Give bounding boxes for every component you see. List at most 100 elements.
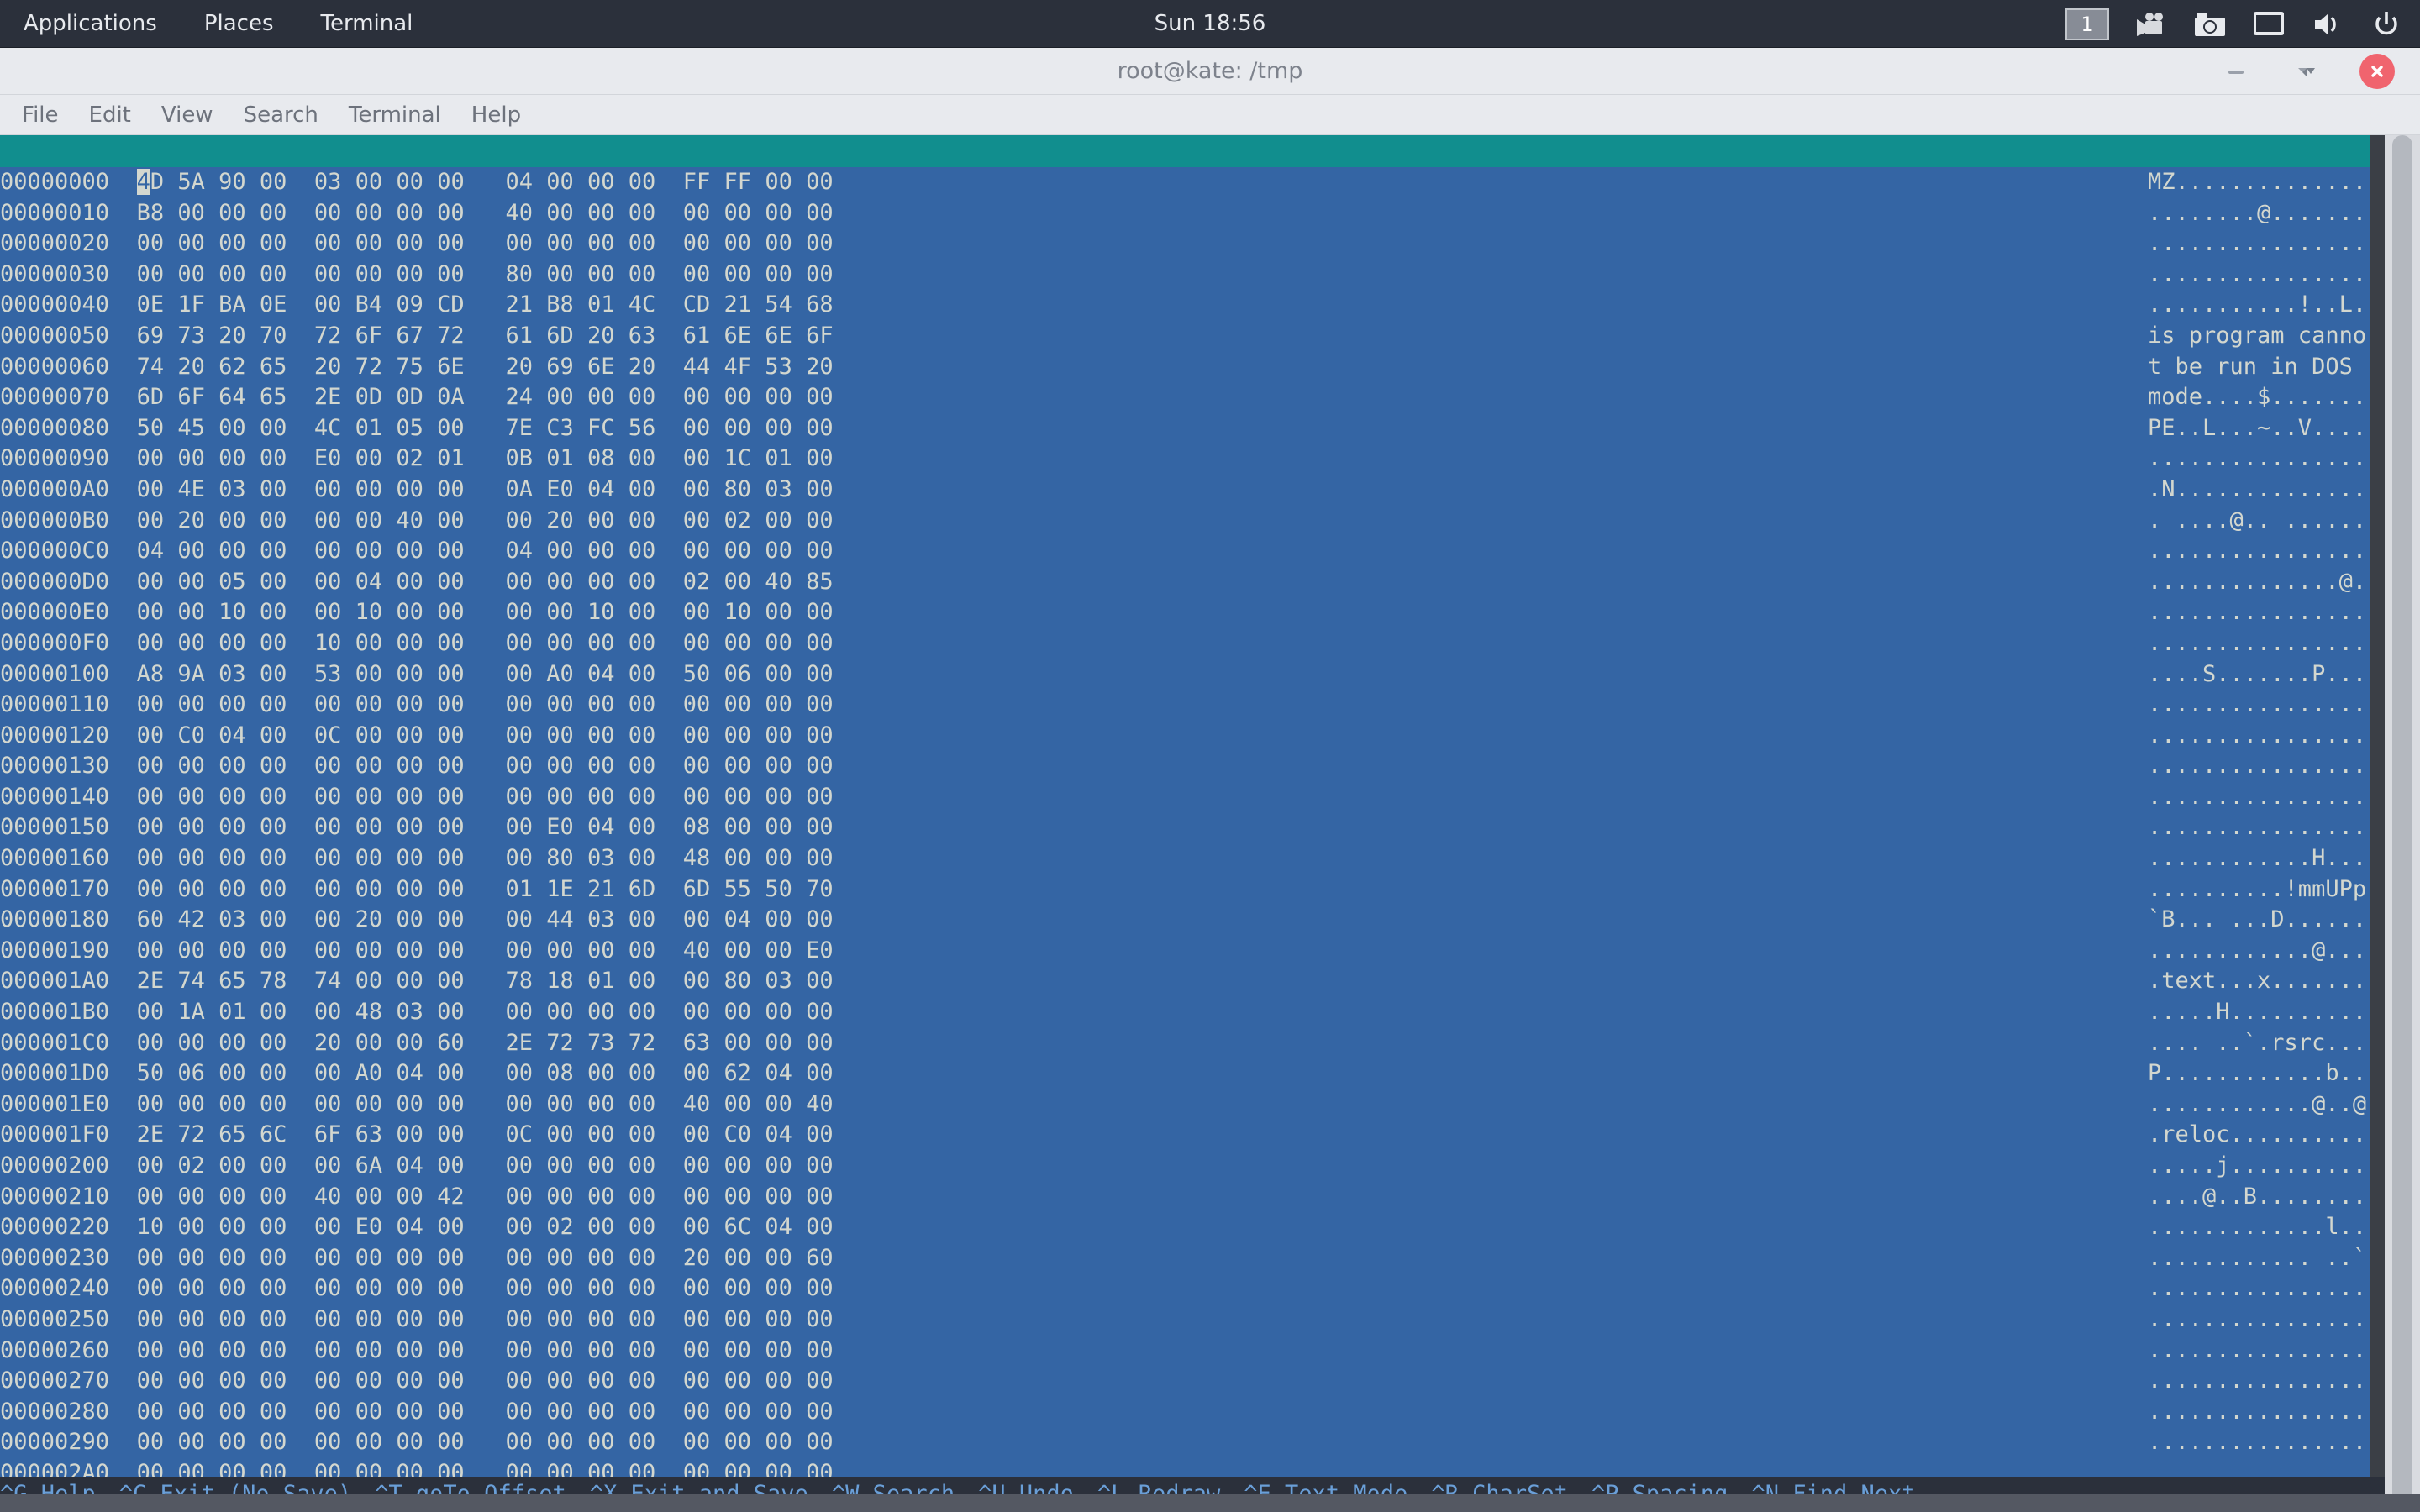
hexedit-row-ascii[interactable]: .N.............. <box>2148 475 2366 506</box>
hexedit-row[interactable]: 00000140 00 00 00 00 00 00 00 00 00 00 0… <box>0 782 2385 813</box>
hexedit-row-bytes[interactable]: 00 00 00 00 40 00 00 42 00 00 00 00 00 0… <box>137 1182 834 1213</box>
hexedit-row[interactable]: 00000190 00 00 00 00 00 00 00 00 00 00 0… <box>0 936 2385 967</box>
hexedit-rows[interactable]: 00000000 4D 5A 90 00 03 00 00 00 04 00 0… <box>0 167 2385 1478</box>
hexedit-row[interactable]: 00000290 00 00 00 00 00 00 00 00 00 00 0… <box>0 1427 2385 1458</box>
terminal-scrollbar-thumb[interactable] <box>2392 135 2412 1512</box>
hexedit-row-ascii[interactable]: .....H.......... <box>2148 997 2366 1028</box>
hexedit-row-ascii[interactable]: ............ ..` <box>2148 1243 2366 1274</box>
hexedit-row-ascii[interactable]: P............b.. <box>2148 1058 2366 1089</box>
minimize-icon[interactable] <box>2218 54 2254 89</box>
hexedit-row[interactable]: 00000090 00 00 00 00 E0 00 02 01 0B 01 0… <box>0 444 2385 475</box>
hexedit-row[interactable]: 000000A0 00 4E 03 00 00 00 00 00 0A E0 0… <box>0 475 2385 506</box>
menu-edit[interactable]: Edit <box>74 96 146 134</box>
restore-icon[interactable] <box>2289 54 2324 89</box>
terminal-scrollbar[interactable] <box>2385 135 2420 1512</box>
hexedit-row-bytes[interactable]: 00 00 00 00 E0 00 02 01 0B 01 08 00 00 1… <box>137 444 834 475</box>
hexedit-row-bytes[interactable]: 00 00 00 00 20 00 00 60 2E 72 73 72 63 0… <box>137 1028 834 1059</box>
hexedit-row[interactable]: 00000270 00 00 00 00 00 00 00 00 00 00 0… <box>0 1366 2385 1397</box>
workspace-indicator[interactable]: 1 <box>2065 8 2109 40</box>
hexedit-row-bytes[interactable]: 00 00 00 00 00 00 00 00 00 00 00 00 00 0… <box>137 1336 834 1367</box>
panel-menu-terminal[interactable]: Terminal <box>297 11 437 36</box>
menu-terminal[interactable]: Terminal <box>334 96 456 134</box>
hexedit-row-ascii[interactable]: ................ <box>2148 1366 2366 1397</box>
hexedit-row-ascii[interactable]: MZ.............. <box>2148 167 2366 198</box>
hexedit-row-bytes[interactable]: 00 00 00 00 00 00 00 00 00 80 03 00 48 0… <box>137 843 834 874</box>
hexedit-row-ascii[interactable]: ..........!mmUPp <box>2148 874 2366 906</box>
hexedit-row[interactable]: 00000170 00 00 00 00 00 00 00 00 01 1E 2… <box>0 874 2385 906</box>
power-icon[interactable] <box>2370 8 2403 41</box>
hexedit-row-ascii[interactable]: . ....@.. ...... <box>2148 506 2366 537</box>
hexedit-row-bytes[interactable]: 00 00 00 00 00 00 00 00 00 00 00 00 00 0… <box>137 690 834 721</box>
hexedit-row-bytes[interactable]: 74 20 62 65 20 72 75 6E 20 69 6E 20 44 4… <box>137 352 834 383</box>
hexedit-row-bytes[interactable]: 00 00 00 00 00 00 00 00 00 00 00 00 40 0… <box>137 936 834 967</box>
hexedit-row-bytes[interactable]: 00 00 00 00 00 00 00 00 00 E0 04 00 08 0… <box>137 812 834 843</box>
panel-menu-places[interactable]: Places <box>181 11 297 36</box>
hexedit-row-ascii[interactable]: PE..L...~..V.... <box>2148 413 2366 444</box>
hexedit-row-bytes[interactable]: 04 00 00 00 00 00 00 00 04 00 00 00 00 0… <box>137 536 834 567</box>
hexedit-row-ascii[interactable]: ..............@. <box>2148 567 2366 598</box>
hexedit-row[interactable]: 00000070 6D 6F 64 65 2E 0D 0D 0A 24 00 0… <box>0 382 2385 413</box>
hexedit-row[interactable]: 00000250 00 00 00 00 00 00 00 00 00 00 0… <box>0 1305 2385 1336</box>
hexedit-row-ascii[interactable]: ................ <box>2148 721 2366 752</box>
hexedit-row[interactable]: 00000120 00 C0 04 00 0C 00 00 00 00 00 0… <box>0 721 2385 752</box>
hexedit-row-bytes[interactable]: 00 00 00 00 00 00 00 00 00 00 00 00 00 0… <box>137 1397 834 1428</box>
hexedit-row-bytes[interactable]: 60 42 03 00 00 20 00 00 00 44 03 00 00 0… <box>137 905 834 936</box>
hexedit-row[interactable]: 000001C0 00 00 00 00 20 00 00 60 2E 72 7… <box>0 1028 2385 1059</box>
hexedit-row-ascii[interactable]: .............l.. <box>2148 1212 2366 1243</box>
hexedit-row-ascii[interactable]: ................ <box>2148 690 2366 721</box>
hexedit-row[interactable]: 00000030 00 00 00 00 00 00 00 00 80 00 0… <box>0 260 2385 291</box>
hexedit-row[interactable]: 000000F0 00 00 00 00 10 00 00 00 00 00 0… <box>0 628 2385 659</box>
hexedit-row[interactable]: 00000080 50 45 00 00 4C 01 05 00 7E C3 F… <box>0 413 2385 444</box>
hexedit-row[interactable]: 00000050 69 73 20 70 72 6F 67 72 61 6D 2… <box>0 321 2385 352</box>
hexedit-row-bytes[interactable]: 00 00 00 00 00 00 00 00 00 00 00 00 00 0… <box>137 751 834 782</box>
hexedit-row-bytes[interactable]: 00 00 00 00 00 00 00 00 00 00 00 00 40 0… <box>137 1089 834 1121</box>
hexedit-row-bytes[interactable]: 00 00 00 00 00 00 00 00 00 00 00 00 00 0… <box>137 1273 834 1305</box>
hexedit-cursor[interactable]: 4 <box>136 169 150 195</box>
hexedit-row-ascii[interactable]: ................ <box>2148 597 2366 628</box>
menu-search[interactable]: Search <box>229 96 334 134</box>
hexedit-row-ascii[interactable]: t be run in DOS <box>2148 352 2366 383</box>
hexedit-row-ascii[interactable]: ................ <box>2148 1336 2366 1367</box>
hexedit-row[interactable]: 00000060 74 20 62 65 20 72 75 6E 20 69 6… <box>0 352 2385 383</box>
terminal-content[interactable]: File: jigsaw ASCII Offset: 0x00000000 / … <box>0 135 2420 1512</box>
hexedit-row-ascii[interactable]: ................ <box>2148 260 2366 291</box>
hexedit-row-ascii[interactable]: ............@..@ <box>2148 1089 2366 1121</box>
hexedit-row[interactable]: 000002A0 00 00 00 00 00 00 00 00 00 00 0… <box>0 1458 2385 1478</box>
menu-help[interactable]: Help <box>456 96 536 134</box>
hexedit-row-bytes[interactable]: 00 00 00 00 00 00 00 00 00 00 00 00 00 0… <box>137 1366 834 1397</box>
hexedit-row-bytes[interactable]: 00 00 00 00 00 00 00 00 00 00 00 00 20 0… <box>137 1243 834 1274</box>
volume-icon[interactable] <box>2311 8 2344 41</box>
hexedit-row[interactable]: 000001D0 50 06 00 00 00 A0 04 00 00 08 0… <box>0 1058 2385 1089</box>
hexedit-row-bytes[interactable]: 00 00 10 00 00 10 00 00 00 00 10 00 00 1… <box>137 597 834 628</box>
hexedit-row-ascii[interactable]: ................ <box>2148 1305 2366 1336</box>
hexedit-row-ascii[interactable]: mode....$....... <box>2148 382 2366 413</box>
hexedit-row[interactable]: 00000160 00 00 00 00 00 00 00 00 00 80 0… <box>0 843 2385 874</box>
hexedit-row-bytes[interactable]: 00 C0 04 00 0C 00 00 00 00 00 00 00 00 0… <box>137 721 834 752</box>
hexedit-row-bytes[interactable]: 50 45 00 00 4C 01 05 00 7E C3 FC 56 00 0… <box>137 413 834 444</box>
hexedit-row-bytes[interactable]: 00 02 00 00 00 6A 04 00 00 00 00 00 00 0… <box>137 1151 834 1182</box>
video-camera-icon[interactable] <box>2134 8 2168 41</box>
hexedit-row-bytes[interactable]: 00 00 00 00 00 00 00 00 00 00 00 00 00 0… <box>137 1305 834 1336</box>
hexedit-row-bytes[interactable]: 00 1A 01 00 00 48 03 00 00 00 00 00 00 0… <box>137 997 834 1028</box>
hexedit-row[interactable]: 000000D0 00 00 05 00 00 04 00 00 00 00 0… <box>0 567 2385 598</box>
hexedit-row-ascii[interactable]: ................ <box>2148 1458 2366 1478</box>
hexedit-row-bytes[interactable]: 00 4E 03 00 00 00 00 00 0A E0 04 00 00 8… <box>137 475 834 506</box>
hexedit-row-ascii[interactable]: ................ <box>2148 1273 2366 1305</box>
hexedit-row-bytes[interactable]: 69 73 20 70 72 6F 67 72 61 6D 20 63 61 6… <box>137 321 834 352</box>
hexedit-row[interactable]: 00000020 00 00 00 00 00 00 00 00 00 00 0… <box>0 228 2385 260</box>
hexedit-row-bytes[interactable]: 00 00 00 00 00 00 00 00 00 00 00 00 00 0… <box>137 782 834 813</box>
hexedit-row[interactable]: 000001E0 00 00 00 00 00 00 00 00 00 00 0… <box>0 1089 2385 1121</box>
hexedit-row-bytes[interactable]: 00 00 00 00 10 00 00 00 00 00 00 00 00 0… <box>137 628 834 659</box>
hexedit-row-ascii[interactable]: `B... ...D...... <box>2148 905 2366 936</box>
hexedit-row-bytes[interactable]: B8 00 00 00 00 00 00 00 40 00 00 00 00 0… <box>137 198 834 229</box>
hexedit-row-ascii[interactable]: ...........!..L.!Th <box>2148 290 2385 321</box>
hexedit-row[interactable]: 000001F0 2E 72 65 6C 6F 63 00 00 0C 00 0… <box>0 1120 2385 1151</box>
hexedit-row-ascii[interactable]: ................ <box>2148 444 2366 475</box>
hexedit-row[interactable]: 000001B0 00 1A 01 00 00 48 03 00 00 00 0… <box>0 997 2385 1028</box>
hexedit-row-ascii[interactable]: ................ <box>2148 1397 2366 1428</box>
hexedit-row-bytes[interactable]: 4D 5A 90 00 03 00 00 00 04 00 00 00 FF F… <box>136 167 834 198</box>
hexedit-row[interactable]: 00000240 00 00 00 00 00 00 00 00 00 00 0… <box>0 1273 2385 1305</box>
menu-view[interactable]: View <box>146 96 229 134</box>
hexedit-row[interactable]: 000000C0 04 00 00 00 00 00 00 00 04 00 0… <box>0 536 2385 567</box>
hexedit-row-bytes[interactable]: A8 9A 03 00 53 00 00 00 00 A0 04 00 50 0… <box>137 659 834 690</box>
